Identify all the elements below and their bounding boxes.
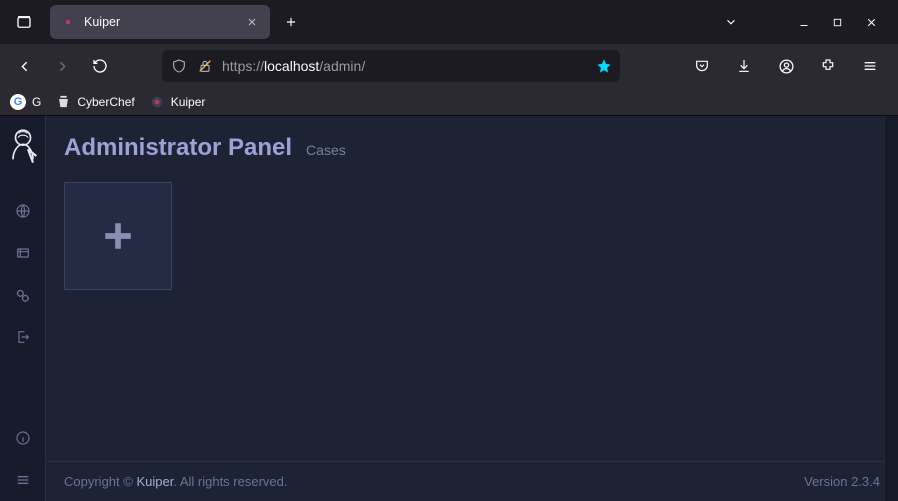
browser-titlebar: Kuiper xyxy=(0,0,898,44)
page-header: Administrator Panel Cases xyxy=(46,116,898,170)
close-window-button[interactable] xyxy=(865,16,878,29)
bookmark-item[interactable]: Kuiper xyxy=(149,94,206,110)
plus-icon xyxy=(101,219,135,253)
kuiper-icon xyxy=(149,94,165,110)
bookmark-label: Kuiper xyxy=(171,95,206,109)
sidebar-item-records[interactable] xyxy=(0,232,46,274)
forward-button[interactable] xyxy=(46,50,78,82)
downloads-button[interactable] xyxy=(728,50,760,82)
pocket-button[interactable] xyxy=(686,50,718,82)
google-icon: G xyxy=(10,94,26,110)
close-tab-button[interactable] xyxy=(242,12,262,32)
app-logo[interactable] xyxy=(4,122,42,170)
url-bar[interactable]: https://localhost/admin/ xyxy=(162,50,620,82)
bookmark-label: CyberChef xyxy=(77,95,134,109)
bookmark-star-icon[interactable] xyxy=(596,58,612,74)
footer-copyright: Copyright © Kuiper. All rights reserved. xyxy=(64,474,287,489)
maximize-button[interactable] xyxy=(832,17,843,28)
sidebar-item-logout[interactable] xyxy=(0,316,46,358)
reload-button[interactable] xyxy=(84,50,116,82)
account-button[interactable] xyxy=(770,50,802,82)
page-title: Administrator Panel xyxy=(64,134,292,162)
extensions-button[interactable] xyxy=(812,50,844,82)
tab-favicon xyxy=(60,14,76,30)
page-subtitle: Cases xyxy=(306,142,346,158)
bookmark-item[interactable]: G G xyxy=(10,94,41,110)
list-tabs-button[interactable] xyxy=(724,15,738,29)
sidebar xyxy=(0,116,46,501)
footer: Copyright © Kuiper. All rights reserved.… xyxy=(46,461,898,501)
tab-title: Kuiper xyxy=(84,15,234,29)
sidebar-item-info[interactable] xyxy=(0,417,46,459)
bookmark-item[interactable]: CyberChef xyxy=(55,94,134,110)
footer-version: Version 2.3.4 xyxy=(804,474,880,489)
main-area: Administrator Panel Cases Copyright © Ku… xyxy=(46,116,898,501)
sidebar-toggle[interactable] xyxy=(0,459,46,501)
bookmark-label: G xyxy=(32,95,41,109)
cases-grid xyxy=(46,170,898,461)
browser-tab[interactable]: Kuiper xyxy=(50,5,270,39)
minimize-button[interactable] xyxy=(798,16,810,28)
app-container: Administrator Panel Cases Copyright © Ku… xyxy=(0,116,898,501)
cyberchef-icon xyxy=(55,94,71,110)
new-tab-button[interactable] xyxy=(276,7,306,37)
add-case-button[interactable] xyxy=(64,182,172,290)
firefox-view-button[interactable] xyxy=(6,7,42,37)
sidebar-item-global[interactable] xyxy=(0,190,46,232)
window-controls xyxy=(724,15,892,29)
app-menu-button[interactable] xyxy=(854,50,886,82)
shield-icon[interactable] xyxy=(170,58,188,74)
url-text: https://localhost/admin/ xyxy=(222,58,588,74)
sidebar-item-settings[interactable] xyxy=(0,274,46,316)
vertical-scrollbar[interactable] xyxy=(884,116,898,501)
bookmarks-bar: G G CyberChef Kuiper xyxy=(0,88,898,116)
lock-warning-icon[interactable] xyxy=(196,58,214,74)
browser-navbar: https://localhost/admin/ xyxy=(0,44,898,88)
back-button[interactable] xyxy=(8,50,40,82)
